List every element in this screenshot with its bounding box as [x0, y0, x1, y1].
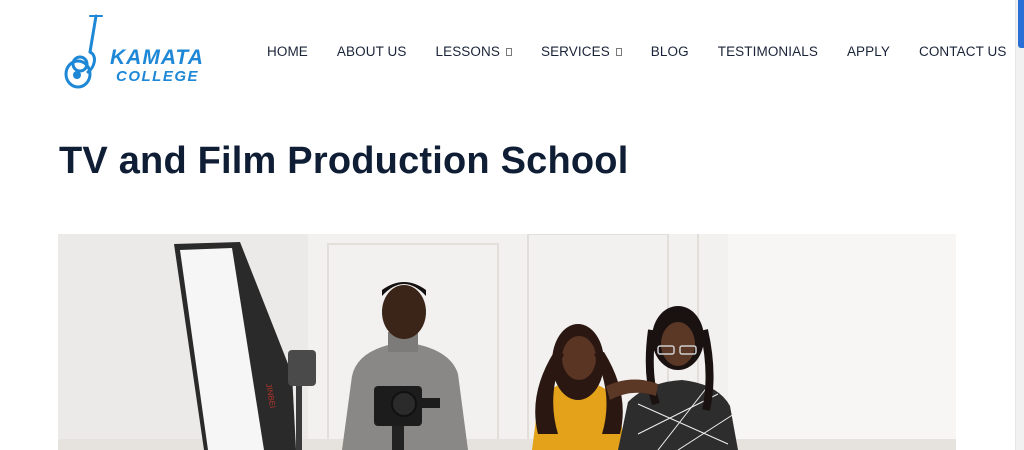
nav-services[interactable]: SERVICES [533, 44, 622, 59]
nav-blog[interactable]: BLOG [643, 44, 689, 59]
chevron-down-icon [505, 48, 512, 56]
nav-testimonials-label: TESTIMONIALS [717, 43, 818, 59]
nav-home-label: HOME [267, 43, 308, 59]
page: KAMATA COLLEGE HOME ABOUT US LESSONS SER… [0, 0, 1016, 450]
logo-text-top: KAMATA [110, 46, 204, 69]
nav-apply-label: APPLY [846, 43, 890, 59]
site-logo[interactable]: KAMATA COLLEGE [58, 12, 214, 96]
scrollbar-thumb[interactable] [1018, 0, 1024, 48]
chevron-down-icon [615, 48, 622, 56]
nav-testimonials[interactable]: TESTIMONIALS [710, 44, 818, 59]
students-with-camera-photo: JINBEI [58, 234, 956, 450]
logo-text-bottom: COLLEGE [116, 68, 199, 85]
nav-services-label: SERVICES [540, 43, 610, 59]
scrollbar[interactable] [1016, 0, 1024, 450]
nav-lessons[interactable]: LESSONS [427, 43, 512, 59]
hero-image: JINBEI [58, 234, 956, 450]
nav-apply[interactable]: APPLY [839, 44, 890, 59]
page-title: TV and Film Production School [59, 140, 629, 182]
nav-blog-label: BLOG [650, 43, 689, 59]
nav-contact-us-label: CONTACT US [918, 43, 1007, 59]
kamata-college-logo-icon: KAMATA COLLEGE [64, 14, 204, 89]
nav-about-us-label: ABOUT US [336, 43, 407, 59]
nav-lessons-label: LESSONS [435, 43, 500, 59]
nav-contact-us[interactable]: CONTACT US [911, 44, 1007, 59]
nav-about-us[interactable]: ABOUT US [329, 44, 407, 59]
main-nav: HOME ABOUT US LESSONS SERVICES BLOG TEST… [258, 40, 1024, 62]
nav-home[interactable]: HOME [258, 44, 308, 59]
